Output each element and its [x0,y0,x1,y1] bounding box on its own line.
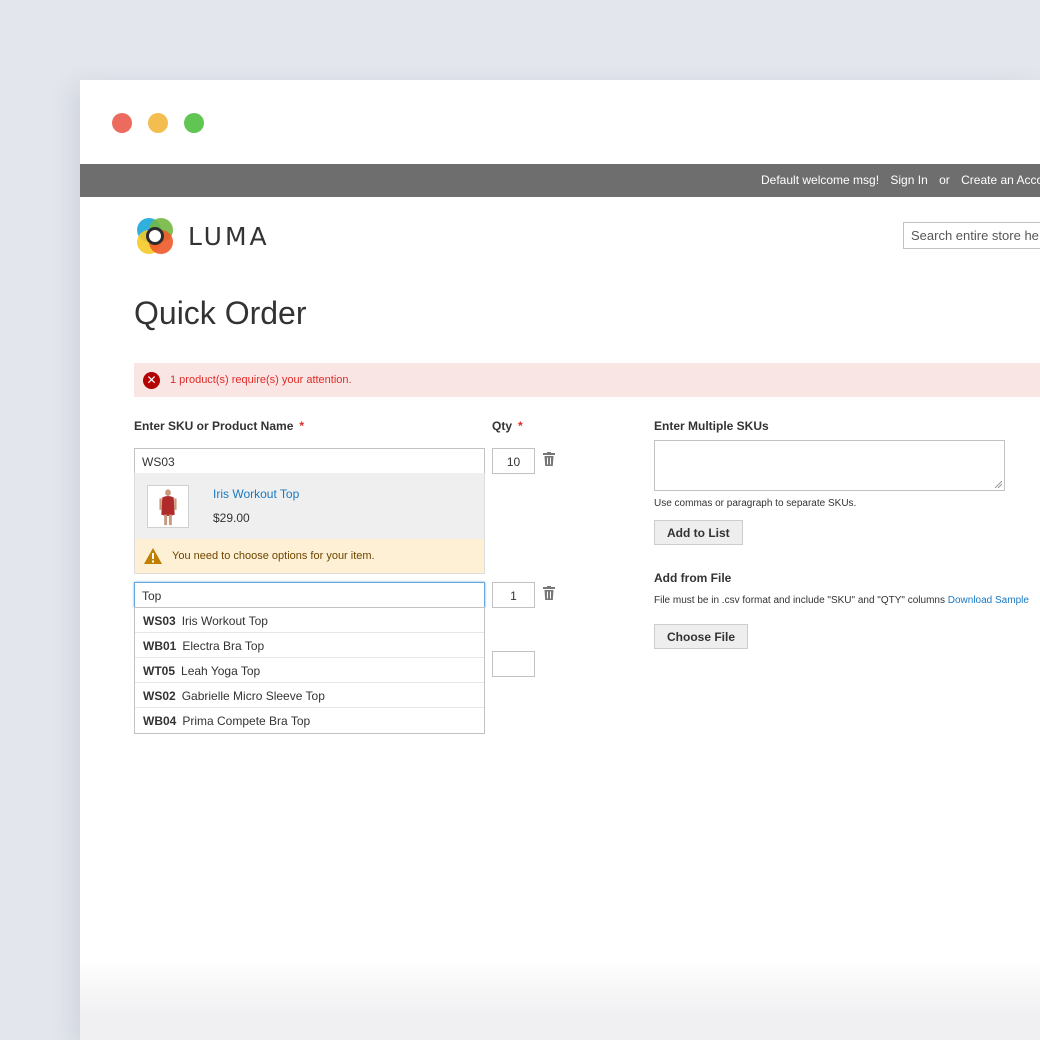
welcome-message: Default welcome msg! [761,173,880,187]
luma-logo-icon [137,218,173,254]
or-text: or [939,173,950,187]
error-icon: ✕ [143,371,160,389]
add-to-list-button[interactable]: Add to List [654,520,743,545]
close-window-button[interactable] [112,113,132,133]
window-controls [112,113,204,133]
error-message: ✕ 1 product(s) require(s) your attention… [134,363,1040,397]
autocomplete-item[interactable]: WB01 Electra Bra Top [135,633,484,658]
autocomplete-dropdown: WS03 Iris Workout Top WB01 Electra Bra Top… [134,607,485,734]
qty-input-1[interactable]: 10 [492,448,535,474]
qty-label: Qty * [492,419,523,433]
autocomplete-item[interactable]: WS03 Iris Workout Top [135,608,484,633]
logo-text: LUMA [188,221,270,251]
autocomplete-item[interactable]: WB04 Prima Compete Bra Top [135,708,484,733]
header-panel: Default welcome msg! Sign In or Create a… [80,164,1040,197]
qty-input-3[interactable] [492,651,535,677]
product-name-link[interactable]: Iris Workout Top [213,487,299,501]
file-hint: File must be in .csv format and include … [654,595,1029,606]
add-from-file-title: Add from File [654,571,732,585]
autocomplete-item[interactable]: WT05 Leah Yoga Top [135,658,484,683]
store-logo[interactable]: LUMA [134,215,270,257]
warning-message: You need to choose options for your item… [135,539,484,573]
sku-input-2[interactable]: Top [134,582,485,608]
resize-handle-icon[interactable] [994,480,1002,488]
multiple-skus-hint: Use commas or paragraph to separate SKUs… [654,498,857,509]
product-image-icon [159,489,177,526]
minimize-window-button[interactable] [148,113,168,133]
create-account-link[interactable]: Create an Accou [961,173,1040,187]
page-title: Quick Order [134,295,307,331]
sku-label: Enter SKU or Product Name * [134,419,305,433]
product-preview: Iris Workout Top $29.00 You need to choo… [134,473,485,574]
error-text: 1 product(s) require(s) your attention. [170,374,352,386]
warning-text: You need to choose options for your item… [172,550,375,562]
download-sample-link[interactable]: Download Sample [948,595,1029,606]
product-price: $29.00 [213,511,250,525]
maximize-window-button[interactable] [184,113,204,133]
autocomplete-item[interactable]: WS02 Gabrielle Micro Sleeve Top [135,683,484,708]
trash-icon[interactable] [543,586,555,600]
browser-window: Default welcome msg! Sign In or Create a… [80,80,1040,1040]
qty-input-2[interactable]: 1 [492,582,535,608]
choose-file-button[interactable]: Choose File [654,624,749,649]
search-input[interactable]: Search entire store he [903,222,1040,249]
sku-input-1[interactable]: WS03 [134,448,485,474]
multiple-skus-textarea[interactable] [654,440,1005,491]
product-thumbnail[interactable] [147,485,189,528]
window-bottom-fade [80,960,1040,1040]
sign-in-link[interactable]: Sign In [890,173,935,187]
trash-icon[interactable] [543,452,555,466]
multiple-skus-title: Enter Multiple SKUs [654,419,769,433]
warning-icon [144,548,162,564]
